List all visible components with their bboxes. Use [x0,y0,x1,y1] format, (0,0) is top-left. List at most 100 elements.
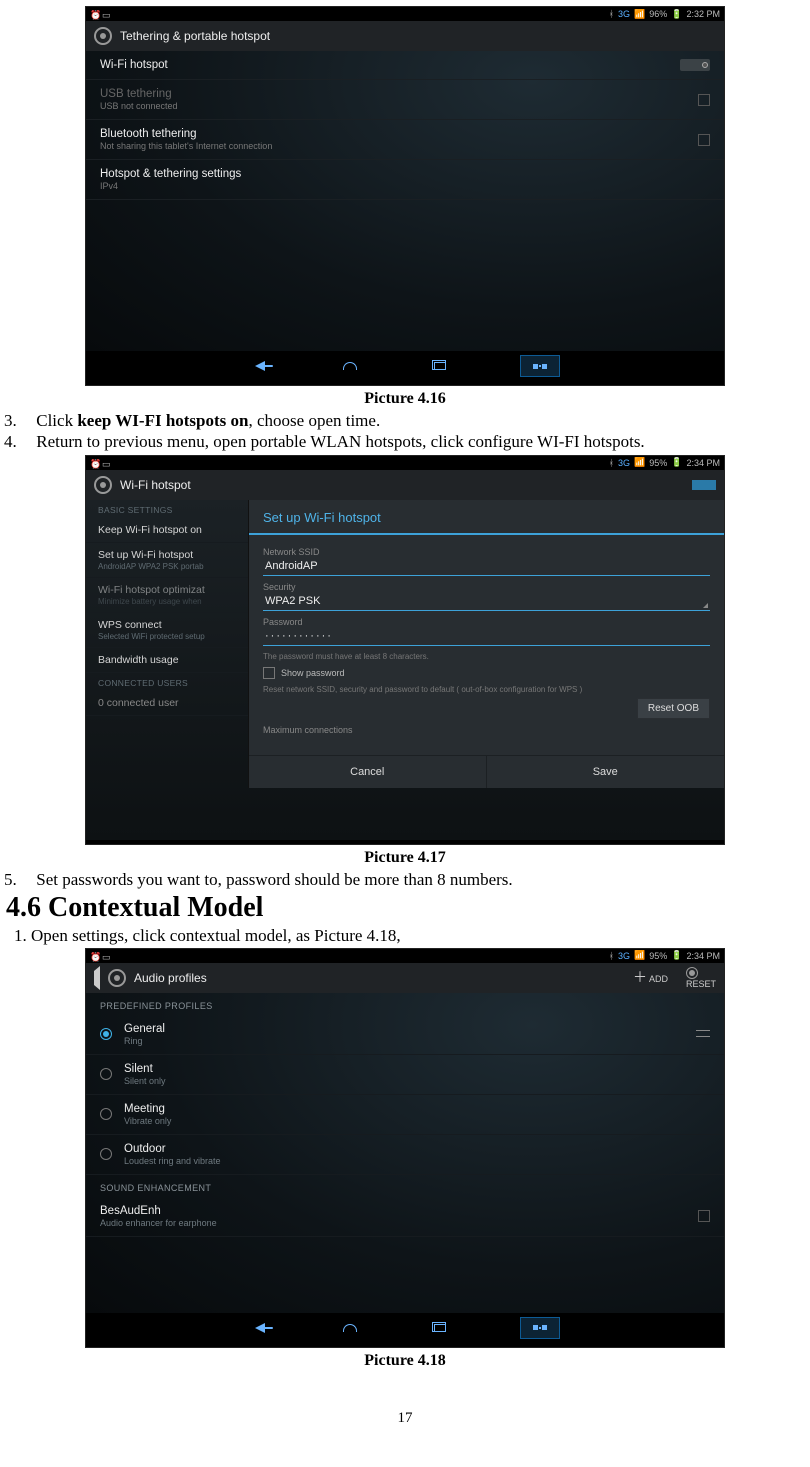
cat-sound-enh: SOUND ENHANCEMENT [86,1175,724,1197]
caption-417: Picture 4.17 [0,849,810,867]
row-title: USB tethering [100,88,178,100]
radio-meeting[interactable] [100,1108,112,1120]
show-password-row[interactable]: Show password [263,667,710,679]
profile-meeting[interactable]: MeetingVibrate only [86,1095,724,1135]
show-password-label: Show password [281,668,345,678]
nav-bar [86,840,724,845]
nav-screenshot-icon[interactable] [520,355,560,377]
add-button[interactable]: ＋ ADD [633,972,668,984]
card-icon: ▭ [102,459,110,467]
content: BASIC SETTINGS Keep Wi-Fi hotspot on Set… [86,500,724,840]
radio-outdoor[interactable] [100,1148,112,1160]
profile-general[interactable]: GeneralRing [86,1015,724,1055]
caption-418: Picture 4.18 [0,1352,810,1370]
page-number: 17 [0,1410,810,1427]
bt-icon: ᚼ [609,951,614,961]
clock: 2:32 PM [686,9,720,19]
bt-checkbox[interactable] [698,134,710,146]
signal-icon: 📶 [634,457,645,468]
bes-checkbox[interactable] [698,1210,710,1222]
row-optimize[interactable]: Wi-Fi hotspot optimizat Minimize battery… [86,578,248,613]
dialog-actions: Cancel Save [249,755,724,788]
wifi-hotspot-toggle[interactable] [680,59,710,71]
section-heading: 4.6 Contextual Model [6,892,810,924]
nav-back-icon[interactable] [250,1322,270,1334]
row-usb-tether: USB tethering USB not connected [86,80,724,120]
header-title: Audio profiles [134,971,207,985]
row-title: Bluetooth tethering [100,128,272,140]
security-label: Security [263,582,710,592]
row-connected-count: 0 connected user [86,691,248,716]
profile-silent[interactable]: SilentSilent only [86,1055,724,1095]
screenshot-tethering: ⏰ ▭ ᚼ 3G 📶 96% 🔋 2:32 PM Tethering & por… [85,6,725,386]
header-bar: Wi-Fi hotspot [86,470,724,500]
screenshot-audio-profiles: ⏰ ▭ ᚼ 3G 📶 95% 🔋 2:34 PM Audio profiles … [85,948,725,1348]
row-bandwidth[interactable]: Bandwidth usage [86,648,248,673]
alarm-icon: ⏰ [90,459,98,467]
back-icon[interactable] [94,476,112,494]
security-select[interactable]: WPA2 PSK [263,592,710,611]
gear-icon [108,969,126,987]
step-num: 3. [4,410,22,431]
dialog-setup-hotspot: Set up Wi-Fi hotspot Network SSID Androi… [248,500,724,788]
clock: 2:34 PM [686,951,720,961]
row-wps[interactable]: WPS connect Selected WiFi protected setu… [86,613,248,648]
profiles-list: PREDEFINED PROFILES GeneralRing SilentSi… [86,993,724,1313]
signal-icon: 📶 [634,950,645,961]
nav-bar [86,351,724,381]
password-note: The password must have at least 8 charac… [263,652,710,661]
back-icon[interactable] [94,971,100,985]
step-4: 4. Return to previous menu, open portabl… [0,431,810,452]
radio-general[interactable] [100,1028,112,1040]
battery-icon: 🔋 [671,9,682,20]
gear-icon [686,967,698,979]
reset-oob-button[interactable]: Reset OOB [637,698,710,719]
row-setup[interactable]: Set up Wi-Fi hotspot AndroidAP WPA2 PSK … [86,543,248,578]
step-num: 4. [4,431,22,452]
radio-silent[interactable] [100,1068,112,1080]
settings-sliders-icon[interactable] [696,1028,710,1040]
battery-icon: 🔋 [671,950,682,961]
row-bt-tether[interactable]: Bluetooth tethering Not sharing this tab… [86,120,724,160]
reset-note: Reset network SSID, security and passwor… [263,685,710,694]
cat-connected: CONNECTED USERS [86,673,248,691]
row-sub: IPv4 [100,181,241,191]
password-input[interactable]: ············ [263,627,710,646]
settings-list: Wi-Fi hotspot USB tethering USB not conn… [86,51,724,351]
status-bar: ⏰ ▭ ᚼ 3G 📶 95% 🔋 2:34 PM [86,456,724,470]
card-icon: ▭ [102,10,110,18]
row-keep-on[interactable]: Keep Wi-Fi hotspot on [86,518,248,543]
reset-button[interactable]: RESET [686,967,716,989]
row-besaudenh[interactable]: BesAudEnhAudio enhancer for earphone [86,1197,724,1237]
battery-pct: 95% [649,458,667,468]
back-icon[interactable] [94,27,112,45]
save-button[interactable]: Save [487,756,725,788]
nav-recent-icon[interactable] [430,1322,450,1334]
row-sub: USB not connected [100,101,178,111]
profile-outdoor[interactable]: OutdoorLoudest ring and vibrate [86,1135,724,1175]
alarm-icon: ⏰ [90,952,98,960]
header-title: Wi-Fi hotspot [120,478,191,492]
row-hotspot-settings[interactable]: Hotspot & tethering settings IPv4 [86,160,724,200]
row-wifi-hotspot[interactable]: Wi-Fi hotspot [86,51,724,80]
bg-menu: BASIC SETTINGS Keep Wi-Fi hotspot on Set… [86,500,248,716]
nav-home-icon[interactable] [340,1322,360,1334]
show-password-checkbox[interactable] [263,667,275,679]
step-num: 5. [4,869,22,890]
wifi-hotspot-switch-on[interactable] [692,480,716,490]
nav-screenshot-icon[interactable] [520,1317,560,1339]
alarm-icon: ⏰ [90,10,98,18]
bt-icon: ᚼ [609,9,614,19]
context-para: 1. Open settings, click contextual model… [14,926,810,946]
step-text: Set passwords you want to, password shou… [36,870,512,889]
ssid-input[interactable]: AndroidAP [263,557,710,576]
nav-recent-icon[interactable] [430,360,450,372]
nav-screenshot-icon[interactable] [520,844,560,845]
header-bar: Tethering & portable hotspot [86,21,724,51]
nav-home-icon[interactable] [340,360,360,372]
nav-back-icon[interactable] [250,360,270,372]
row-title: Wi-Fi hotspot [100,59,168,71]
battery-pct: 96% [649,9,667,19]
cancel-button[interactable]: Cancel [249,756,487,788]
row-sub: Not sharing this tablet's Internet conne… [100,141,272,151]
